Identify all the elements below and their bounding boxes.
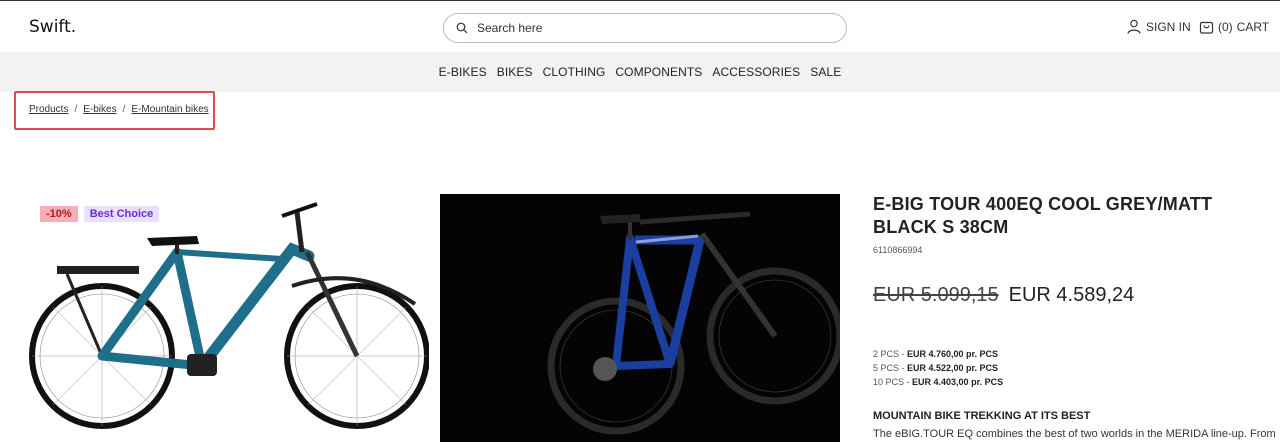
breadcrumb-e-mountain-bikes[interactable]: E-Mountain bikes bbox=[131, 104, 208, 115]
tier-row: 2 PCS - EUR 4.760,00 pr. PCS bbox=[873, 349, 999, 359]
current-price: EUR 4.589,24 bbox=[1008, 284, 1135, 306]
bag-icon bbox=[1199, 21, 1214, 34]
price-block: EUR 5.099,15 EUR 4.589,24 bbox=[873, 284, 1273, 307]
product-image-main[interactable] bbox=[27, 194, 429, 442]
product-badges: -10% Best Choice bbox=[40, 206, 160, 222]
breadcrumb-separator: / bbox=[122, 104, 126, 115]
old-price: EUR 5.099,15 bbox=[873, 284, 999, 306]
description-text: The eBIG.TOUR EQ combines the best of tw… bbox=[873, 428, 1276, 440]
site-header: Swift. SIGN IN (0) CART bbox=[0, 0, 1280, 52]
product-title: E-BIG TOUR 400EQ COOL GREY/MATT BLACK S … bbox=[873, 194, 1213, 237]
breadcrumb-e-bikes[interactable]: E-bikes bbox=[83, 104, 116, 115]
tier-row: 10 PCS - EUR 4.403,00 pr. PCS bbox=[873, 377, 1004, 387]
nav-item-components[interactable]: COMPONENTS bbox=[615, 65, 702, 79]
user-icon bbox=[1127, 19, 1141, 34]
product-image-secondary[interactable] bbox=[440, 194, 840, 442]
description-heading: MOUNTAIN BIKE TREKKING AT ITS BEST bbox=[873, 410, 1091, 422]
nav-item-clothing[interactable]: CLOTHING bbox=[543, 65, 606, 79]
best-choice-badge: Best Choice bbox=[83, 206, 160, 222]
sign-in-label: SIGN IN bbox=[1146, 19, 1191, 34]
bike-illustration bbox=[29, 202, 429, 429]
bike-illustration bbox=[547, 211, 840, 435]
nav-item-sale[interactable]: SALE bbox=[810, 65, 841, 79]
quantity-discounts: 2 PCS - EUR 4.760,00 pr. PCS 5 PCS - EUR… bbox=[873, 347, 1273, 389]
product-sku: 6110866994 bbox=[873, 245, 923, 255]
cart-count: (0) bbox=[1218, 19, 1233, 34]
nav-item-e-bikes[interactable]: E-BIKES bbox=[439, 65, 487, 79]
search-icon bbox=[456, 22, 468, 34]
cart-link[interactable]: (0) CART bbox=[1199, 19, 1269, 34]
cart-label: CART bbox=[1236, 19, 1270, 34]
breadcrumb-separator: / bbox=[74, 104, 78, 115]
nav-item-bikes[interactable]: BIKES bbox=[497, 65, 533, 79]
main-nav: E-BIKES BIKES CLOTHING COMPONENTS ACCESS… bbox=[0, 52, 1280, 92]
sign-in-link[interactable]: SIGN IN bbox=[1127, 19, 1191, 34]
product-info: E-BIG TOUR 400EQ COOL GREY/MATT BLACK S … bbox=[873, 193, 1276, 440]
site-logo[interactable]: Swift. bbox=[29, 17, 76, 37]
search-input[interactable] bbox=[477, 19, 827, 37]
tier-row: 5 PCS - EUR 4.522,00 pr. PCS bbox=[873, 363, 999, 373]
breadcrumb-products[interactable]: Products bbox=[29, 104, 68, 115]
breadcrumb: Products / E-bikes / E-Mountain bikes bbox=[29, 104, 209, 115]
nav-item-accessories[interactable]: ACCESSORIES bbox=[712, 65, 800, 79]
search-bar[interactable] bbox=[443, 13, 847, 43]
discount-badge: -10% bbox=[40, 206, 78, 222]
